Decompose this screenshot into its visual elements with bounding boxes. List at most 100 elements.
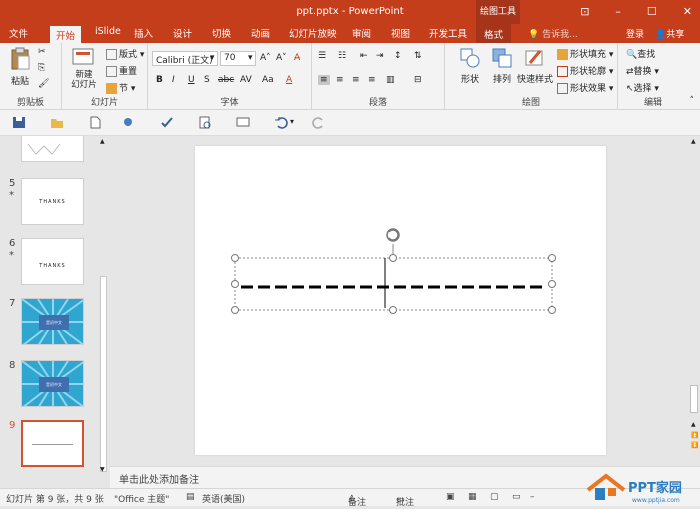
decrease-indent-icon[interactable]: ⇤ [360,51,368,61]
change-case-icon[interactable]: Aa [262,75,274,85]
shape-outline-button[interactable]: 形状轮廓 ▾ [557,64,613,77]
chevron-down-icon[interactable]: ▾ [290,117,294,126]
new-document-icon[interactable] [88,116,102,129]
select-button[interactable]: ↖选择 ▾ [626,81,659,94]
bold-button[interactable]: B [156,75,163,85]
close-button[interactable]: ✕ [683,5,692,18]
save-icon[interactable] [12,116,26,129]
find-button[interactable]: 🔍查找 [626,47,655,60]
shadow-button[interactable]: S [204,75,210,85]
line-spacing-icon[interactable]: ↕ [394,51,402,61]
minimize-button[interactable]: – [615,5,621,18]
font-color-icon[interactable]: A [286,75,292,85]
scrollbar-thumb[interactable] [100,276,107,472]
slide-thumbnail-6[interactable]: THANKS [21,238,84,285]
slide-thumbnail-9[interactable] [21,420,84,467]
increase-indent-icon[interactable]: ⇥ [376,51,384,61]
tab-islide[interactable]: iSlide [95,26,121,37]
shape-effects-button[interactable]: 形状效果 ▾ [557,81,613,94]
ribbon-display-options-icon[interactable]: ⊡ [580,5,589,18]
cut-icon[interactable]: ✂ [38,47,46,57]
redo-icon[interactable] [312,116,326,129]
new-slide-button[interactable]: 新建 幻灯片 [66,47,102,90]
tab-file[interactable]: 文件 [9,26,28,40]
chevron-down-icon[interactable]: ▾ [248,53,253,63]
clear-format-icon[interactable]: A̶ [294,53,300,63]
tab-slideshow[interactable]: 幻灯片放映 [289,26,337,40]
underline-button[interactable]: U [188,75,195,85]
tab-format[interactable]: 格式 [476,24,512,43]
tab-transitions[interactable]: 切换 [212,26,231,40]
tab-home[interactable]: 开始 [50,26,82,43]
collapse-ribbon-icon[interactable]: ˄ [690,96,695,106]
slide-sorter-icon[interactable]: ▦ [468,492,477,502]
slideshow-icon[interactable]: ▭ [512,492,521,502]
tab-design[interactable]: 设计 [173,26,192,40]
tab-view[interactable]: 视图 [391,26,410,40]
reading-view-icon[interactable]: ▢ [490,492,499,502]
align-right-icon[interactable]: ≡ [352,75,360,85]
login-button[interactable]: 登录 [626,27,644,40]
tab-insert[interactable]: 插入 [134,26,153,40]
undo-icon[interactable] [274,116,288,129]
notes-placeholder[interactable]: 单击此处添加备注 [119,471,199,486]
section-button[interactable]: 节 ▾ [106,81,135,94]
maximize-button[interactable]: ☐ [647,5,657,18]
strikethrough-button[interactable]: abc [218,75,234,85]
columns-icon[interactable]: ▥ [386,75,395,85]
selected-line-shape[interactable] [195,146,606,455]
slideshow-from-start-icon[interactable] [236,116,250,129]
align-center-icon[interactable]: ≡ [336,75,344,85]
align-left-icon[interactable]: ≡ [318,75,330,85]
shrink-font-icon[interactable]: A˅ [276,53,287,63]
numbering-icon[interactable]: ☷ [338,51,346,61]
scrollbar-thumb[interactable] [690,385,698,413]
slide-thumbnail-partial[interactable] [21,136,84,162]
paste-button[interactable]: 粘贴 [6,47,34,87]
share-button[interactable]: 👤共享 [655,27,684,40]
proofing-icon[interactable]: ▤ [186,492,195,502]
slide-scrollbar[interactable]: ▲ ▲ ⏫ ⏬ [688,136,700,466]
tab-developer[interactable]: 开发工具 [429,26,467,40]
copy-icon[interactable]: ⎘ [38,63,45,73]
thumbnail-scrollbar[interactable]: ▲ ▼ [99,136,108,476]
slide-canvas[interactable] [195,146,606,455]
character-spacing-icon[interactable]: AV [240,75,252,85]
previous-slide-icon[interactable]: ⏫ [691,432,698,439]
font-name-select[interactable]: Calibri (正文) [152,51,218,66]
tell-me-search[interactable]: 💡 告诉我... [528,27,578,40]
tab-review[interactable]: 审阅 [352,26,371,40]
grow-font-icon[interactable]: A˄ [260,53,271,63]
shape-fill-button[interactable]: 形状填充 ▾ [557,47,613,60]
scroll-up-icon[interactable]: ▲ [691,138,696,145]
slide-thumbnail-5[interactable]: THANKS [21,178,84,225]
justify-icon[interactable]: ≡ [368,75,376,85]
text-direction-icon[interactable]: ⇅ [414,51,422,61]
bullets-icon[interactable]: ☰ [318,51,326,61]
shapes-button[interactable]: 形状 [459,47,481,85]
quick-styles-button[interactable]: 快速样式 [517,47,553,85]
open-folder-icon[interactable] [50,116,64,129]
replace-button[interactable]: ⇄替换 ▾ [626,64,659,77]
tab-animations[interactable]: 动画 [251,26,270,40]
language-indicator[interactable]: 英语(美国) [202,492,245,505]
align-text-icon[interactable]: ⊟ [414,75,422,85]
zoom-out-button[interactable]: – [530,492,535,502]
slide-thumbnail-8[interactable]: 是初中文 [21,360,84,407]
layout-button[interactable]: 版式 ▾ [106,47,144,60]
format-painter-icon[interactable]: 🖌 [38,79,49,89]
italic-button[interactable]: I [172,75,175,85]
arrange-button[interactable]: 排列 [491,47,513,85]
slide-thumbnail-7[interactable]: 是初中文 [21,298,84,345]
next-slide-icon[interactable]: ⏬ [691,442,698,449]
reset-button[interactable]: 重置 [106,64,137,77]
scroll-down-icon[interactable]: ▼ [100,466,105,473]
print-preview-icon[interactable] [198,116,212,129]
scroll-up-icon[interactable]: ▲ [100,138,105,145]
normal-view-icon[interactable]: ▣ [446,492,455,502]
touch-mode-icon[interactable] [122,116,136,129]
rotate-handle-icon[interactable] [386,228,400,242]
chevron-down-icon[interactable]: ▾ [210,53,215,63]
spell-check-icon[interactable] [160,116,174,129]
scroll-up-icon[interactable]: ▲ [691,421,696,428]
